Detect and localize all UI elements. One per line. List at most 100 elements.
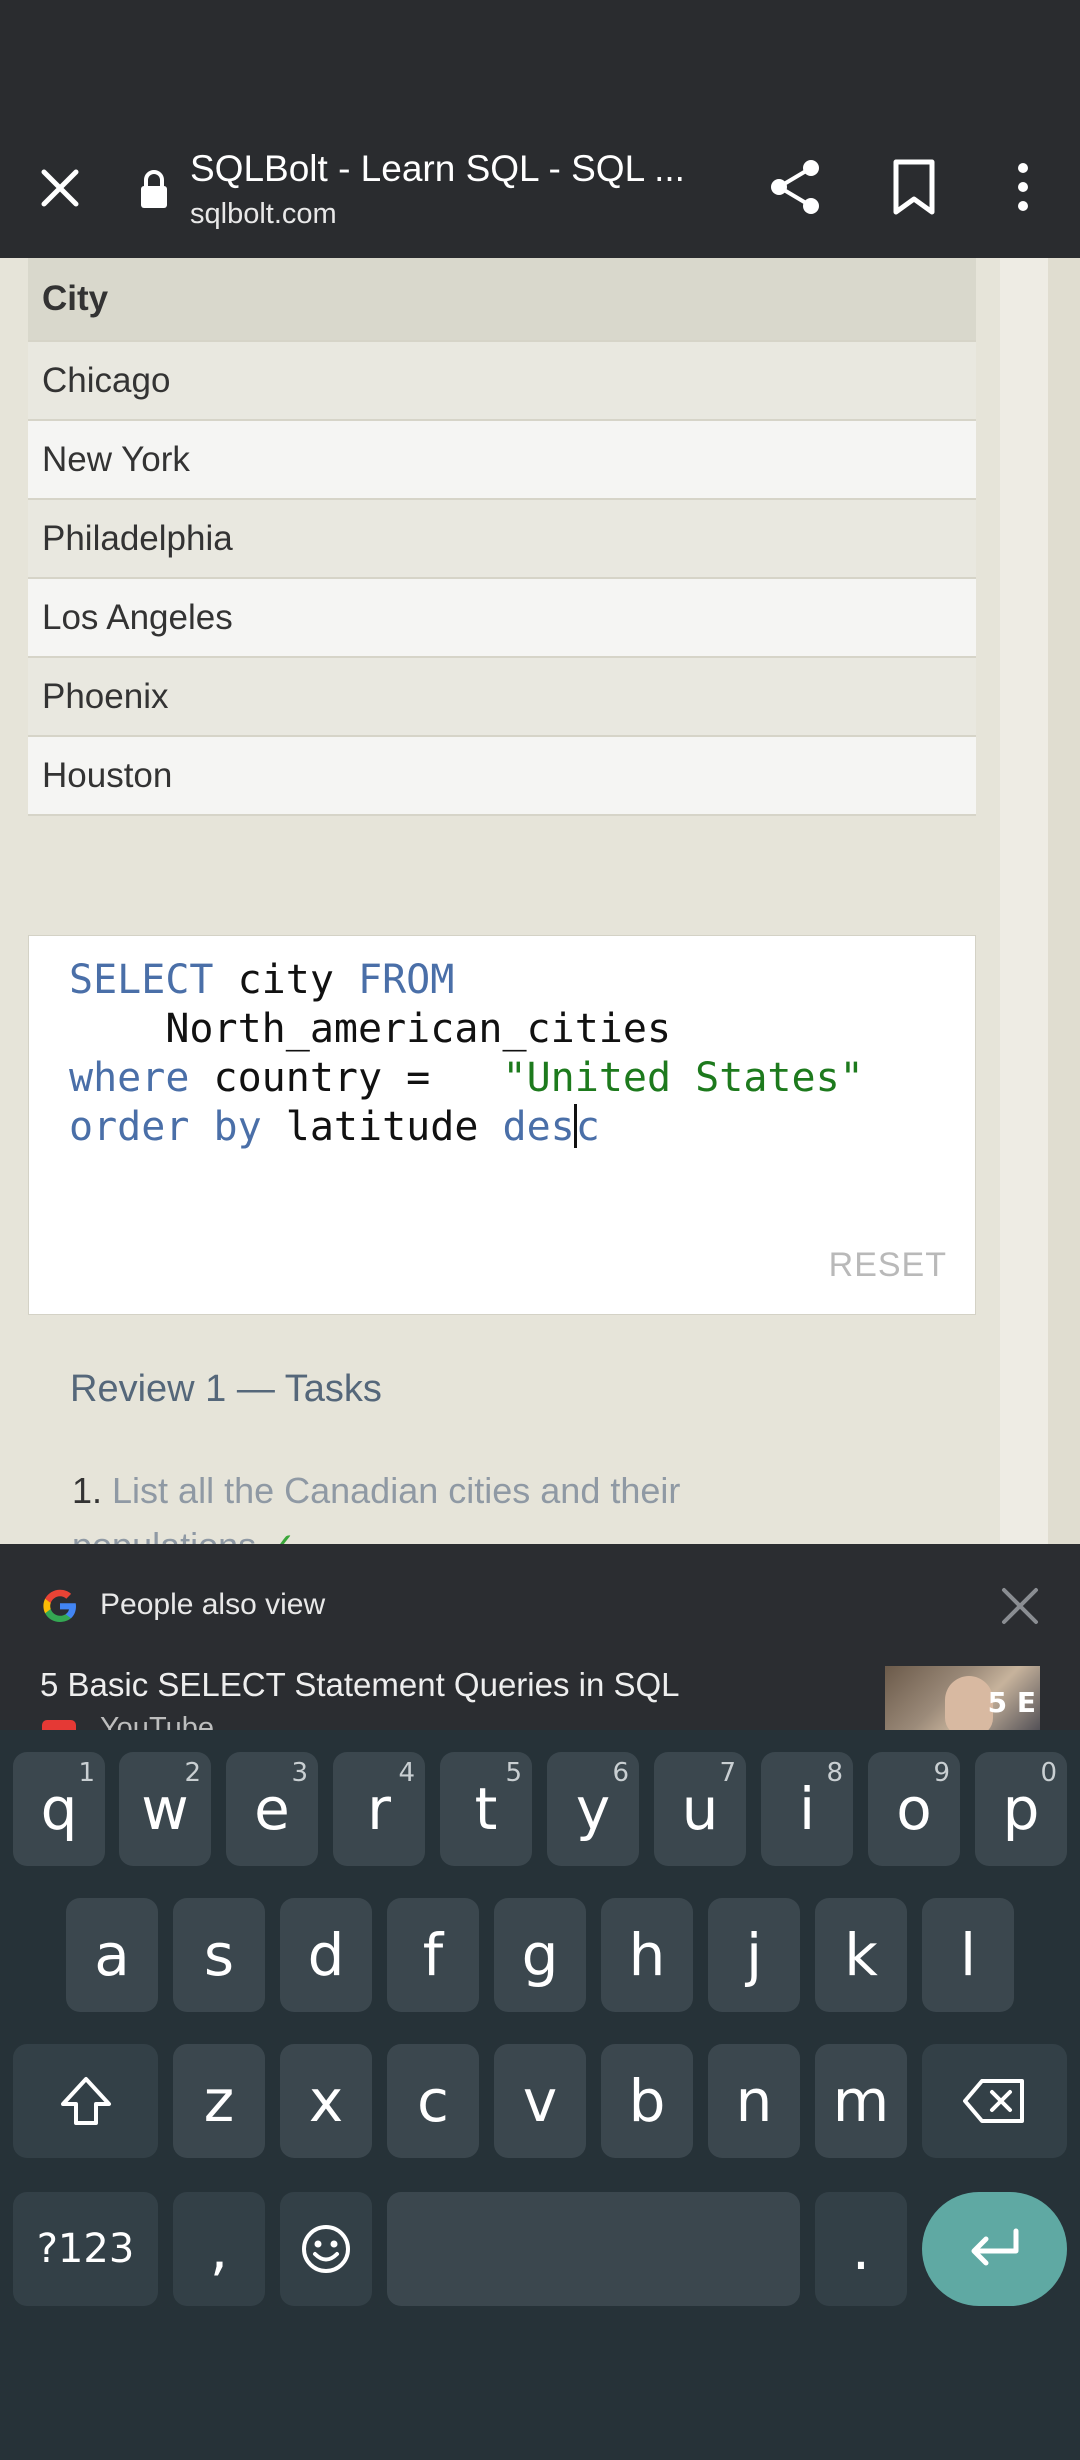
shift-key[interactable] [13, 2044, 158, 2158]
key-l[interactable]: l [922, 1898, 1014, 2012]
key-p[interactable]: p0 [975, 1752, 1067, 1866]
key-j[interactable]: j [708, 1898, 800, 2012]
bookmark-icon[interactable] [886, 156, 942, 218]
comma-key[interactable]: , [173, 2192, 265, 2306]
web-content[interactable]: City Chicago New York Philadelphia Los A… [0, 258, 1080, 1544]
key-v[interactable]: v [494, 2044, 586, 2158]
key-t[interactable]: t5 [440, 1752, 532, 1866]
space-key[interactable] [387, 2192, 800, 2306]
code-text: North_american_cities [69, 1006, 672, 1052]
string-literal: "United States" [502, 1055, 864, 1101]
backspace-key[interactable] [922, 2044, 1067, 2158]
key-label: r [367, 1775, 391, 1843]
key-y[interactable]: y6 [547, 1752, 639, 1866]
key-k[interactable]: k [815, 1898, 907, 2012]
sql-code[interactable]: SELECT city FROM North_american_cities w… [69, 956, 864, 1152]
table-row: Los Angeles [28, 579, 976, 658]
key-g[interactable]: g [494, 1898, 586, 2012]
key-i[interactable]: i8 [761, 1752, 853, 1866]
status-bar [0, 0, 1080, 118]
emoji-icon [302, 2225, 350, 2273]
key-hint: 9 [933, 1758, 950, 1788]
table-row: Philadelphia [28, 500, 976, 579]
keyword: where [69, 1055, 190, 1101]
youtube-icon [42, 1720, 76, 1730]
key-r[interactable]: r4 [333, 1752, 425, 1866]
key-label: u [681, 1775, 719, 1843]
suggestion-source: YouTube [100, 1712, 214, 1730]
reset-button[interactable]: RESET [829, 1246, 947, 1285]
key-d[interactable]: d [280, 1898, 372, 2012]
key-h[interactable]: h [601, 1898, 693, 2012]
page-edge [1048, 258, 1080, 1544]
check-icon: ✓ [266, 1525, 296, 1544]
keyword: des [502, 1104, 575, 1150]
key-hint: 3 [291, 1758, 308, 1788]
keyword: FROM [358, 957, 455, 1003]
share-icon[interactable] [765, 156, 827, 218]
period-key[interactable]: . [815, 2192, 907, 2306]
keyword: order by [69, 1104, 262, 1150]
keyword: c [575, 1104, 600, 1150]
key-s[interactable]: s [173, 1898, 265, 2012]
key-hint: 7 [719, 1758, 736, 1788]
key-o[interactable]: o9 [868, 1752, 960, 1866]
keyword: SELECT [69, 957, 214, 1003]
table-row: Chicago [28, 342, 976, 421]
key-f[interactable]: f [387, 1898, 479, 2012]
backspace-icon [962, 2079, 1024, 2123]
key-e[interactable]: e3 [226, 1752, 318, 1866]
key-c[interactable]: c [387, 2044, 479, 2158]
task-item: 1. List all the Canadian cities and their… [72, 1463, 872, 1544]
table-row: New York [28, 421, 976, 500]
key-u[interactable]: u7 [654, 1752, 746, 1866]
key-hint: 6 [612, 1758, 629, 1788]
key-m[interactable]: m [815, 2044, 907, 2158]
key-w[interactable]: w2 [119, 1752, 211, 1866]
key-z[interactable]: z [173, 2044, 265, 2158]
key-label: q [40, 1775, 78, 1843]
lock-icon [141, 170, 167, 208]
key-q[interactable]: q1 [13, 1752, 105, 1866]
review-heading: Review 1 — Tasks [70, 1368, 382, 1410]
video-thumbnail[interactable]: 5 E [885, 1666, 1040, 1730]
google-logo-icon [43, 1589, 76, 1622]
key-hint: 8 [826, 1758, 843, 1788]
close-icon[interactable] [30, 158, 90, 218]
key-label: y [575, 1775, 611, 1843]
sql-editor[interactable]: SELECT city FROM North_american_cities w… [28, 935, 976, 1315]
close-icon[interactable] [998, 1584, 1042, 1628]
code-text: latitude [261, 1104, 503, 1150]
suggestion-title[interactable]: 5 Basic SELECT Statement Queries in SQL [40, 1666, 680, 1704]
key-n[interactable]: n [708, 2044, 800, 2158]
key-hint: 5 [505, 1758, 522, 1788]
page-sidebar-strip [1000, 258, 1048, 1544]
key-a[interactable]: a [66, 1898, 158, 2012]
page-title: SQLBolt - Learn SQL - SQL ... [190, 148, 685, 189]
code-text: city [213, 957, 358, 1003]
key-hint: 0 [1040, 1758, 1057, 1788]
key-label: p [1002, 1775, 1040, 1843]
browser-toolbar: SQLBolt - Learn SQL - SQL ... sqlbolt.co… [0, 118, 1080, 258]
table-row: Phoenix [28, 658, 976, 737]
task-number: 1. [72, 1470, 103, 1511]
page-url: sqlbolt.com [190, 198, 337, 230]
key-hint: 1 [78, 1758, 95, 1788]
results-header: City [28, 258, 976, 342]
key-b[interactable]: b [601, 2044, 693, 2158]
sheet-label: People also view [100, 1588, 326, 1621]
query-results-table: City Chicago New York Philadelphia Los A… [28, 258, 976, 816]
enter-key[interactable] [922, 2192, 1067, 2306]
key-label: i [798, 1775, 816, 1843]
enter-icon [971, 2228, 1018, 2266]
task-text: List all the Canadian cities and their p… [72, 1470, 681, 1544]
symbols-key[interactable]: ?123 [13, 2192, 158, 2306]
key-label: w [141, 1775, 189, 1843]
emoji-key[interactable] [280, 2192, 372, 2306]
key-x[interactable]: x [280, 2044, 372, 2158]
table-row: Houston [28, 737, 976, 816]
key-label: t [474, 1775, 498, 1843]
key-label: o [896, 1775, 932, 1843]
key-hint: 2 [184, 1758, 201, 1788]
more-options-icon[interactable] [1000, 156, 1046, 218]
